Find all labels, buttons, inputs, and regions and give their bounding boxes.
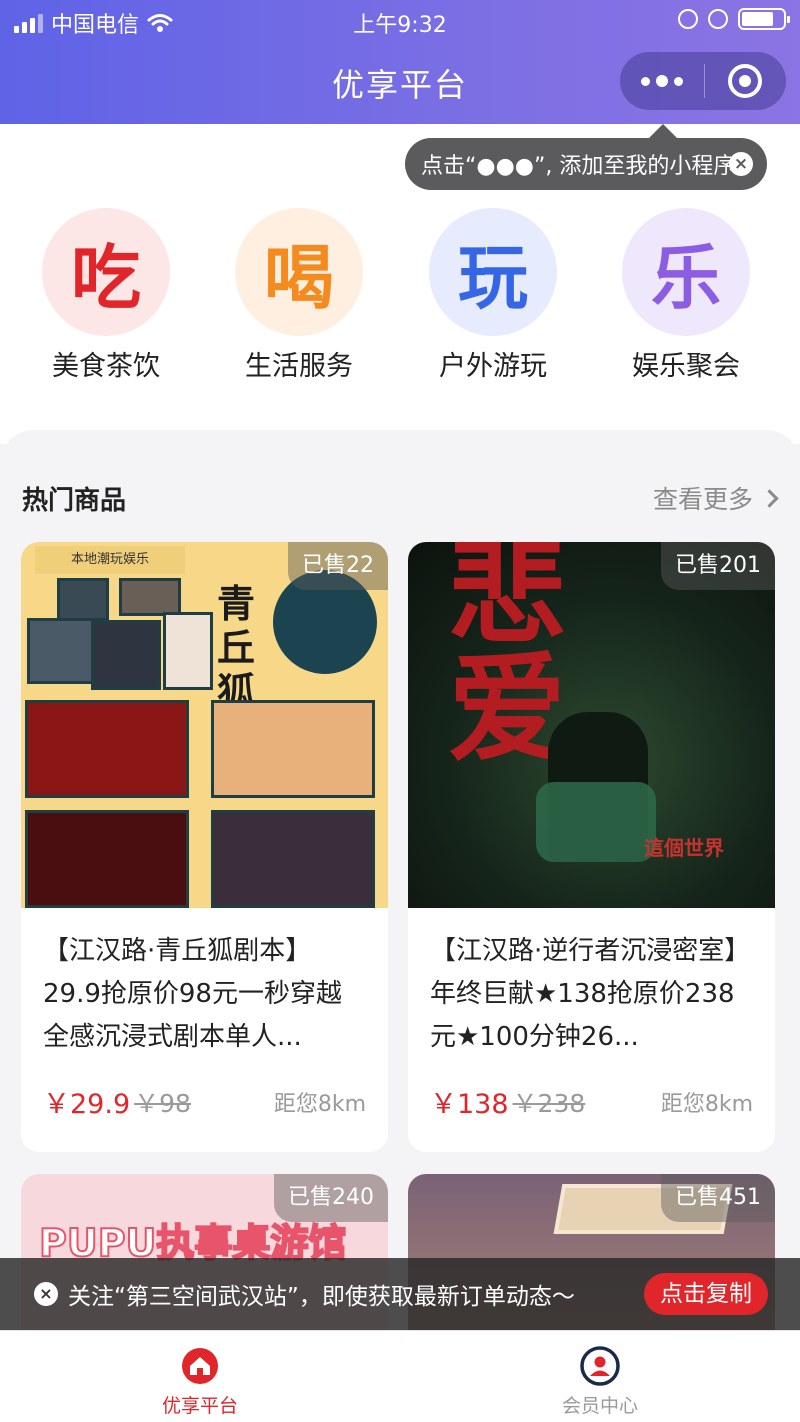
alarm-icon: [708, 9, 728, 29]
category-entertainment[interactable]: 乐 娱乐聚会: [606, 208, 766, 383]
section-title: 热门商品: [22, 486, 127, 516]
chevron-right-icon: [760, 488, 779, 508]
product-meta: ￥29.9 ￥98 距您8km: [21, 1082, 388, 1121]
tab-member[interactable]: 会员中心: [400, 1331, 800, 1422]
play-icon: 玩: [429, 208, 557, 336]
food-icon: 吃: [42, 208, 170, 336]
tooltip-text: 点击“●●●”, 添加至我的小程序: [421, 154, 736, 179]
product-image: 本地潮玩娱乐 青丘狐 已售22: [21, 542, 388, 908]
sold-count-badge: 已售201: [661, 542, 775, 590]
product-card[interactable]: 本地潮玩娱乐 青丘狐 已售22 【江汉路·青丘狐剧本】29.9抢原价98元一秒穿…: [21, 542, 388, 1152]
target-icon: [728, 64, 762, 98]
page: 中国电信 上午9:32 优享平台 点击“●●●”, 添加至我的小程序 × 吃 美…: [0, 0, 800, 1422]
sold-count-badge: 已售240: [274, 1174, 388, 1222]
product-meta: ￥138 ￥238 距您8km: [408, 1082, 775, 1121]
more-menu-button[interactable]: [620, 52, 704, 110]
product-distance: 距您8km: [660, 1091, 753, 1117]
tooltip-close-button[interactable]: ×: [729, 152, 753, 176]
category-food[interactable]: 吃 美食茶饮: [26, 208, 186, 383]
sold-count-badge: 已售22: [288, 542, 388, 590]
orientation-lock-icon: [678, 9, 698, 29]
battery-icon: [738, 8, 790, 30]
add-miniprogram-tooltip: 点击“●●●”, 添加至我的小程序 ×: [405, 124, 767, 190]
category-label: 娱乐聚会: [632, 351, 740, 382]
category-life[interactable]: 喝 生活服务: [219, 208, 379, 383]
product-original-price: ￥238: [512, 1088, 586, 1118]
category-outdoor[interactable]: 玩 户外游玩: [413, 208, 573, 383]
view-more-link[interactable]: 查看更多: [652, 480, 779, 516]
view-more-label: 查看更多: [652, 485, 753, 514]
category-label: 户外游玩: [439, 351, 547, 382]
fun-icon: 乐: [622, 208, 750, 336]
product-name: 【江汉路·逆行者沉浸密室】年终巨献★138抢原价238元★100分钟26...: [430, 936, 751, 1052]
product-name: 【江汉路·青丘狐剧本】29.9抢原价98元一秒穿越全感沉浸式剧本单人...: [43, 936, 342, 1052]
user-icon: [580, 1346, 620, 1386]
product-art-subtitle: 這個世界: [644, 836, 724, 860]
home-icon: [182, 1348, 218, 1384]
notice-close-button[interactable]: ×: [34, 1282, 58, 1306]
tab-label: 优享平台: [161, 1395, 238, 1417]
bottom-tab-bar: 优享平台 会员中心: [0, 1330, 800, 1422]
product-distance: 距您8km: [273, 1091, 366, 1117]
category-label: 生活服务: [245, 351, 353, 382]
miniprogram-capsule: [620, 52, 786, 110]
product-art-title: 悲爱: [448, 542, 567, 778]
copy-button[interactable]: 点击复制: [644, 1273, 768, 1315]
follow-notice-bar: × 关注“第三空间武汉站”，即使获取最新订单动态～ 点击复制: [0, 1258, 800, 1330]
product-price: ￥138: [430, 1089, 509, 1120]
product-image: 悲爱 這個世界 已售201: [408, 542, 775, 908]
product-card[interactable]: 悲爱 這個世界 已售201 【江汉路·逆行者沉浸密室】年终巨献★138抢原价23…: [408, 542, 775, 1152]
drink-icon: 喝: [235, 208, 363, 336]
notice-text: 关注“第三空间武汉站”，即使获取最新订单动态～: [68, 1284, 575, 1310]
category-label: 美食茶饮: [52, 351, 160, 382]
app-header: 中国电信 上午9:32 优享平台: [0, 0, 800, 124]
product-original-price: ￥98: [134, 1088, 191, 1118]
status-bar: 中国电信 上午9:32: [0, 0, 800, 40]
sold-count-badge: 已售451: [661, 1174, 775, 1222]
close-miniprogram-button[interactable]: [705, 52, 785, 110]
product-art-title: 青丘狐: [217, 582, 256, 714]
product-price: ￥29.9: [43, 1089, 131, 1120]
tab-label: 会员中心: [561, 1395, 638, 1417]
tab-home[interactable]: 优享平台: [0, 1331, 400, 1422]
